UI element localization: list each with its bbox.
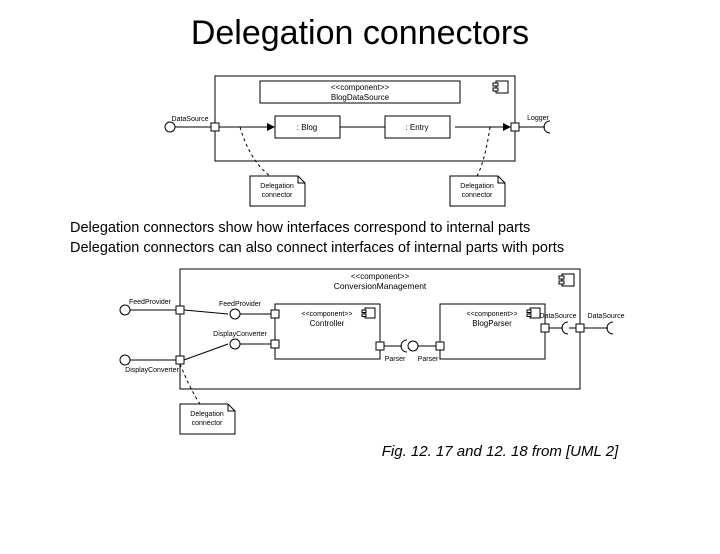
- part-blog-label: : Blog: [297, 123, 317, 132]
- iface-label: Parser: [418, 356, 439, 363]
- diagram-2: <<component>> ConversionManagement FeedP…: [80, 264, 640, 439]
- iface-label: DisplayConverter: [125, 367, 179, 374]
- left-port: [211, 123, 219, 131]
- port: [176, 306, 184, 314]
- note-right: Delegationconnector: [450, 176, 505, 206]
- component-name: ConversionManagement: [334, 281, 427, 291]
- lollipop-icon: [165, 122, 175, 132]
- component-icon: [362, 308, 375, 318]
- lollipop-icon: [120, 355, 130, 365]
- iface-label: Logger: [527, 115, 549, 122]
- iface-label: DisplayConverter: [213, 331, 267, 338]
- caption-line-1: Delegation connectors show how interface…: [70, 219, 660, 239]
- parser-stereo-label: <<component>>: [467, 311, 518, 318]
- note-bottom: Delegationconnector: [180, 404, 235, 434]
- port: [576, 324, 584, 332]
- component-icon: [527, 308, 540, 318]
- right-port: [511, 123, 519, 131]
- diagram-1: <<component>> BlogDataSource DataSource …: [120, 71, 600, 211]
- caption-block: Delegation connectors show how interface…: [70, 219, 660, 258]
- iface-label: FeedProvider: [129, 299, 172, 306]
- port: [376, 342, 384, 350]
- note-left: Delegationconnector: [250, 176, 305, 206]
- stereotype-label: <<component>>: [351, 272, 410, 281]
- iface-label: DataSource: [172, 116, 209, 123]
- iface-label: DataSource: [588, 313, 625, 320]
- port: [271, 310, 279, 318]
- part-entry-label: : Entry: [405, 123, 428, 132]
- iface-label: Parser: [385, 356, 406, 363]
- slide-title: Delegation connectors: [0, 14, 720, 53]
- port: [271, 340, 279, 348]
- port: [436, 342, 444, 350]
- controller-stereo-label: <<component>>: [302, 311, 353, 318]
- figure-citation: Fig. 12. 17 and 12. 18 from [UML 2]: [280, 443, 720, 460]
- iface-label: DataSource: [540, 313, 577, 320]
- controller-name-label: Controller: [310, 319, 345, 328]
- stereotype-label: <<component>>: [331, 83, 390, 92]
- iface-label: FeedProvider: [219, 301, 262, 308]
- port: [541, 324, 549, 332]
- port: [176, 356, 184, 364]
- caption-line-2: Delegation connectors can also connect i…: [70, 239, 660, 259]
- lollipop-icon: [120, 305, 130, 315]
- component-name: BlogDataSource: [331, 93, 390, 102]
- parser-name-label: BlogParser: [472, 319, 512, 328]
